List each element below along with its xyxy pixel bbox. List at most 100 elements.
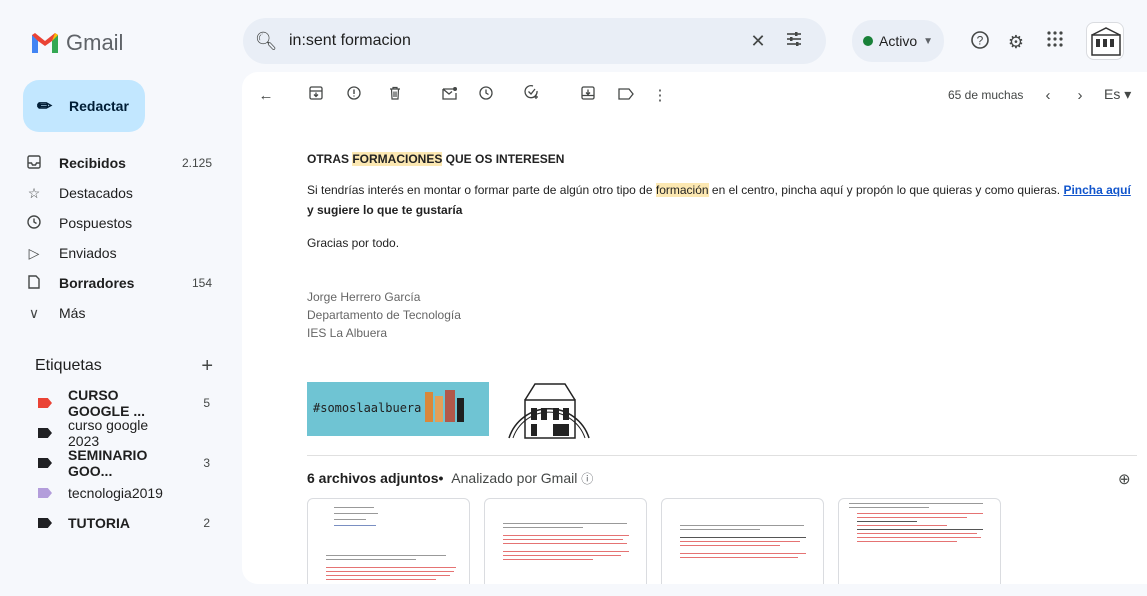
signature-name: Jorge Herrero García	[307, 290, 421, 304]
label-name: TUTORIA	[68, 515, 130, 531]
chevron-left-icon[interactable]: ‹	[1036, 84, 1060, 108]
email-paragraph: Si tendrías interés en montar o formar p…	[307, 180, 1137, 220]
label-item[interactable]: CURSO GOOGLE ... 5	[0, 387, 230, 419]
sidebar-item-starred[interactable]: ☆ Destacados	[0, 178, 230, 208]
gmail-m-icon	[32, 33, 58, 53]
more-vertical-icon[interactable]: ⋮	[648, 84, 672, 108]
label-item[interactable]: SEMINARIO GOO... 3	[0, 447, 230, 479]
clear-search-icon[interactable]: ✕	[740, 31, 776, 52]
email-heading: OTRAS FORMACIONES QUE OS INTERESEN	[307, 152, 1137, 166]
status-button[interactable]: Activo ▼	[852, 20, 944, 62]
attachment-thumbnail[interactable]	[307, 498, 470, 584]
sidebar-item-label: Pospuestos	[59, 215, 133, 231]
sidebar-item-inbox[interactable]: Recibidos 2.125	[0, 148, 230, 178]
app-name: Gmail	[66, 30, 124, 55]
chevron-right-icon[interactable]: ›	[1068, 84, 1092, 108]
draft-icon	[22, 274, 46, 292]
label-name: SEMINARIO GOO...	[68, 447, 148, 479]
pincha-aqui-link[interactable]: Pincha aquí	[1063, 183, 1130, 197]
labels-title: Etiquetas	[35, 357, 102, 374]
search-input[interactable]: in:sent formacion	[289, 32, 740, 50]
search-options-icon[interactable]	[776, 30, 812, 53]
chevron-down-icon: ▼	[923, 35, 934, 47]
heading-text: QUE OS INTERESEN	[442, 152, 565, 166]
compose-button[interactable]: ✏︎ Redactar	[23, 80, 145, 132]
clock-icon	[22, 214, 46, 232]
sidebar-item-drafts[interactable]: Borradores 154	[0, 268, 230, 298]
analyzed-text: Analizado por Gmail	[451, 470, 578, 486]
apps-grid-icon[interactable]	[1043, 30, 1067, 54]
label-item[interactable]: TUTORIA 2	[0, 508, 230, 538]
input-tools-button[interactable]: Es ▾	[1104, 86, 1131, 103]
info-icon[interactable]: ⓘ	[581, 472, 593, 486]
add-task-icon[interactable]	[520, 84, 544, 108]
add-label-icon[interactable]: +	[201, 355, 213, 378]
move-to-icon[interactable]	[576, 84, 600, 108]
sidebar-item-label: Más	[59, 305, 86, 321]
report-spam-icon[interactable]	[342, 84, 366, 108]
snooze-clock-icon[interactable]	[474, 84, 498, 108]
paragraph-bold-text: y sugiere lo que te gustaría	[307, 203, 463, 217]
label-tag-icon	[38, 428, 52, 438]
label-tag-icon	[38, 518, 52, 528]
label-icon[interactable]	[614, 84, 638, 108]
search-bar[interactable]: 🔍︎ in:sent formacion ✕	[243, 18, 826, 64]
label-item[interactable]: curso google 2023	[0, 417, 230, 449]
language-label: Es	[1104, 86, 1121, 102]
sidebar-item-label: Enviados	[59, 245, 117, 261]
label-tag-icon	[38, 488, 52, 498]
school-logo-icon	[1091, 27, 1121, 56]
separator: •	[438, 470, 444, 486]
attachments-divider	[307, 455, 1137, 456]
attachments-count: 6 archivos adjuntos	[307, 470, 439, 486]
star-icon: ☆	[27, 184, 41, 201]
attachment-thumbnail[interactable]	[661, 498, 824, 584]
sidebar-item-sent[interactable]: ▷ Enviados	[0, 238, 230, 268]
unread-count: 154	[191, 276, 212, 290]
sidebar-item-label: Destacados	[59, 185, 133, 201]
sidebar-item-snoozed[interactable]: Pospuestos	[0, 208, 230, 238]
compose-label: Redactar	[69, 98, 129, 114]
paragraph-text: Si tendrías interés en montar o formar p…	[307, 183, 656, 197]
account-avatar[interactable]	[1086, 22, 1124, 60]
sidebar-nav: Recibidos 2.125 ☆ Destacados Pospuestos …	[0, 148, 230, 328]
message-view: ← ⋮ 65 de muchas ‹ › Es ▾ OTRAS FORMACIO…	[242, 72, 1147, 584]
chevron-down-icon: ∨	[28, 304, 40, 321]
heading-text: OTRAS	[307, 152, 353, 166]
label-count: 2	[203, 516, 210, 530]
tune-icon	[787, 31, 801, 46]
labels-list: CURSO GOOGLE ... 5 curso google 2023 SEM…	[0, 387, 230, 538]
label-name: curso google 2023	[68, 417, 149, 449]
settings-gear-icon[interactable]: ⚙	[1004, 30, 1028, 54]
email-thanks: Gracias por todo.	[307, 236, 400, 250]
search-highlight: formación	[655, 183, 709, 197]
search-icon[interactable]: 🔍︎	[243, 31, 289, 52]
label-tag-icon	[38, 398, 52, 408]
sidebar-item-label: Recibidos	[59, 155, 126, 171]
sidebar-item-label: Borradores	[59, 275, 135, 291]
sidebar-item-more[interactable]: ∨ Más	[0, 298, 230, 328]
search-highlight: FORMACIONES	[352, 152, 443, 166]
signature-school: IES La Albuera	[307, 326, 388, 340]
trash-icon[interactable]	[383, 84, 407, 108]
banner-text: #somoslaalbuera	[313, 401, 422, 415]
status-label: Activo	[878, 33, 918, 49]
label-count: 5	[203, 396, 210, 410]
svg-text:?: ?	[977, 34, 984, 48]
label-tag-icon	[38, 458, 52, 468]
add-to-drive-icon[interactable]: ⊕	[1118, 470, 1131, 488]
paragraph-text: en el centro, pincha aquí y propón lo qu…	[708, 183, 1064, 197]
archive-icon[interactable]	[304, 84, 328, 108]
back-arrow-icon[interactable]: ←	[254, 84, 278, 108]
help-icon[interactable]: ?	[968, 30, 992, 54]
attachment-thumbnail[interactable]	[484, 498, 647, 584]
mark-unread-icon[interactable]	[438, 84, 462, 108]
gmail-logo[interactable]: Gmail	[30, 30, 123, 56]
send-icon: ▷	[28, 244, 40, 261]
attachment-thumbnail[interactable]	[838, 498, 1001, 584]
pencil-icon: ✏︎	[37, 95, 53, 116]
label-item[interactable]: tecnologia2019	[0, 478, 230, 508]
unread-count: 2.125	[181, 156, 212, 170]
status-dot	[862, 36, 873, 46]
inbox-icon	[22, 154, 46, 172]
